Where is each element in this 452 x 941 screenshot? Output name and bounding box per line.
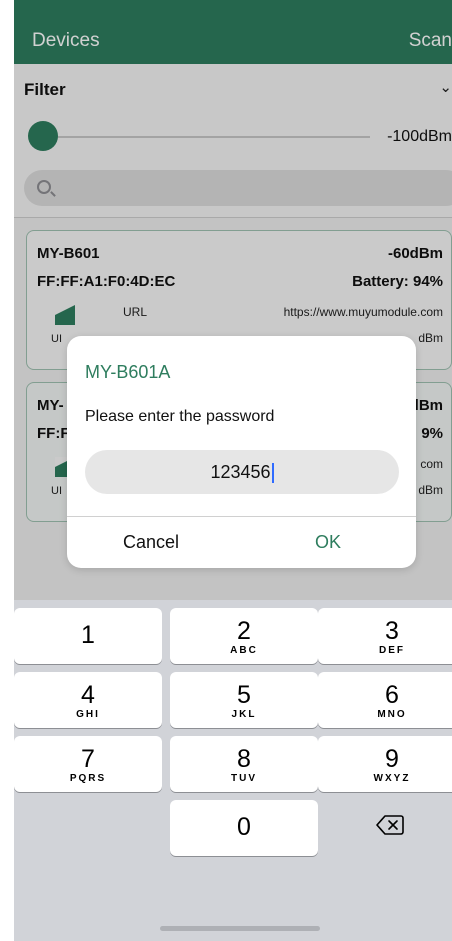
key-7[interactable]: 7 PQRS — [14, 736, 162, 792]
app-screen: Devices Scan Filter ⌄ -100dBm MY-B601 -6… — [14, 0, 452, 941]
backspace-icon — [376, 815, 404, 835]
dialog-title: MY-B601A — [85, 362, 171, 382]
key-3[interactable]: 3 DEF — [318, 608, 452, 664]
key-0[interactable]: 0 — [170, 800, 318, 856]
key-8[interactable]: 8 TUV — [170, 736, 318, 792]
key-digit: 0 — [237, 813, 251, 841]
key-letters: WXYZ — [373, 773, 411, 784]
key-1[interactable]: 1 — [14, 608, 162, 664]
key-9[interactable]: 9 WXYZ — [318, 736, 452, 792]
key-6[interactable]: 6 MNO — [318, 672, 452, 728]
key-letters: MNO — [377, 709, 407, 720]
key-letters: DEF — [379, 645, 405, 656]
key-letters: ABC — [230, 645, 258, 656]
key-5[interactable]: 5 JKL — [170, 672, 318, 728]
divider — [67, 516, 416, 517]
key-digit: 2 — [237, 617, 251, 645]
text-caret — [271, 463, 274, 484]
password-dialog: MY-B601A Please enter the password 12345… — [67, 336, 416, 568]
key-digit: 8 — [237, 745, 251, 773]
password-field[interactable]: 123456 — [85, 450, 399, 494]
home-indicator — [160, 926, 320, 931]
key-digit: 5 — [237, 681, 251, 709]
cancel-button[interactable]: Cancel — [123, 532, 179, 553]
key-digit: 6 — [385, 681, 399, 709]
key-letters: TUV — [231, 773, 257, 784]
delete-key[interactable] — [318, 800, 452, 856]
ok-button[interactable]: OK — [315, 532, 341, 553]
key-digit: 9 — [385, 745, 399, 773]
key-digit: 3 — [385, 617, 399, 645]
key-4[interactable]: 4 GHI — [14, 672, 162, 728]
key-letters: GHI — [76, 709, 100, 720]
key-letters: JKL — [231, 709, 257, 720]
key-2[interactable]: 2 ABC — [170, 608, 318, 664]
key-digit: 4 — [81, 681, 95, 709]
key-letters: PQRS — [69, 773, 107, 784]
password-value: 123456 — [210, 462, 271, 482]
dialog-message: Please enter the password — [85, 408, 275, 425]
key-digit: 7 — [81, 745, 95, 773]
numeric-keypad: 1 2 ABC 3 DEF 4 GHI 5 JKL 6 MNO 7 PQRS 8 TUV 9W… — [14, 600, 452, 941]
key-digit: 1 — [81, 621, 95, 649]
